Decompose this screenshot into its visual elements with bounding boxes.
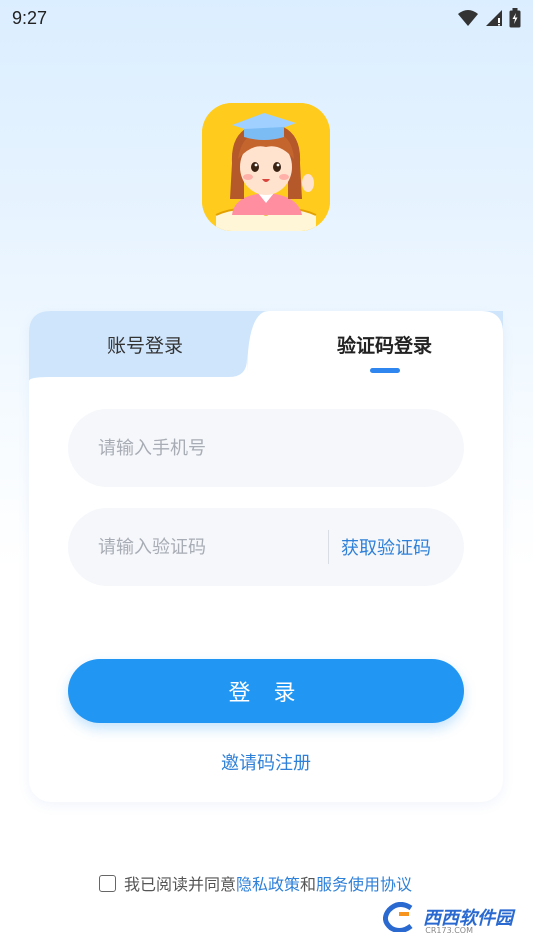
watermark-subtext: CR173.COM (425, 926, 473, 935)
agreement-checkbox[interactable] (99, 874, 116, 892)
agreement-prefix: 我已阅读并同意 (124, 875, 237, 894)
verification-code-input[interactable] (98, 536, 318, 558)
battery-icon (509, 8, 521, 28)
get-code-button[interactable]: 获取验证码 (341, 534, 431, 560)
app-logo (202, 103, 330, 231)
login-button[interactable]: 登 录 (68, 659, 464, 723)
watermark-logo-icon (383, 902, 413, 932)
agreement-row: 我已阅读并同意 隐私政策 和 服务使用协议 (99, 871, 412, 895)
service-agreement-link[interactable]: 服务使用协议 (316, 871, 412, 895)
girl-with-graduation-cap-logo (202, 103, 330, 231)
signal-icon (486, 10, 502, 26)
tab-account-login[interactable]: 账号登录 (107, 331, 183, 358)
phone-field-container (68, 409, 464, 487)
active-tab-indicator (370, 368, 400, 373)
invite-register-link[interactable]: 邀请码注册 (29, 749, 503, 775)
tab-code-login[interactable]: 验证码登录 (337, 331, 432, 358)
code-field-container: 获取验证码 (68, 508, 464, 586)
login-card: 账号登录 验证码登录 获取验证码 登 录 邀请码注册 (29, 311, 503, 802)
status-time: 9:27 (12, 7, 48, 28)
status-icons (457, 8, 521, 28)
phone-input[interactable] (98, 437, 318, 459)
watermark: 西西软件园 CR173.COM (383, 902, 513, 935)
wifi-icon (458, 10, 478, 26)
status-bar: 9:27 (0, 0, 533, 36)
agreement-and: 和 (300, 875, 317, 894)
privacy-policy-link[interactable]: 隐私政策 (236, 871, 300, 895)
field-divider (328, 530, 329, 564)
